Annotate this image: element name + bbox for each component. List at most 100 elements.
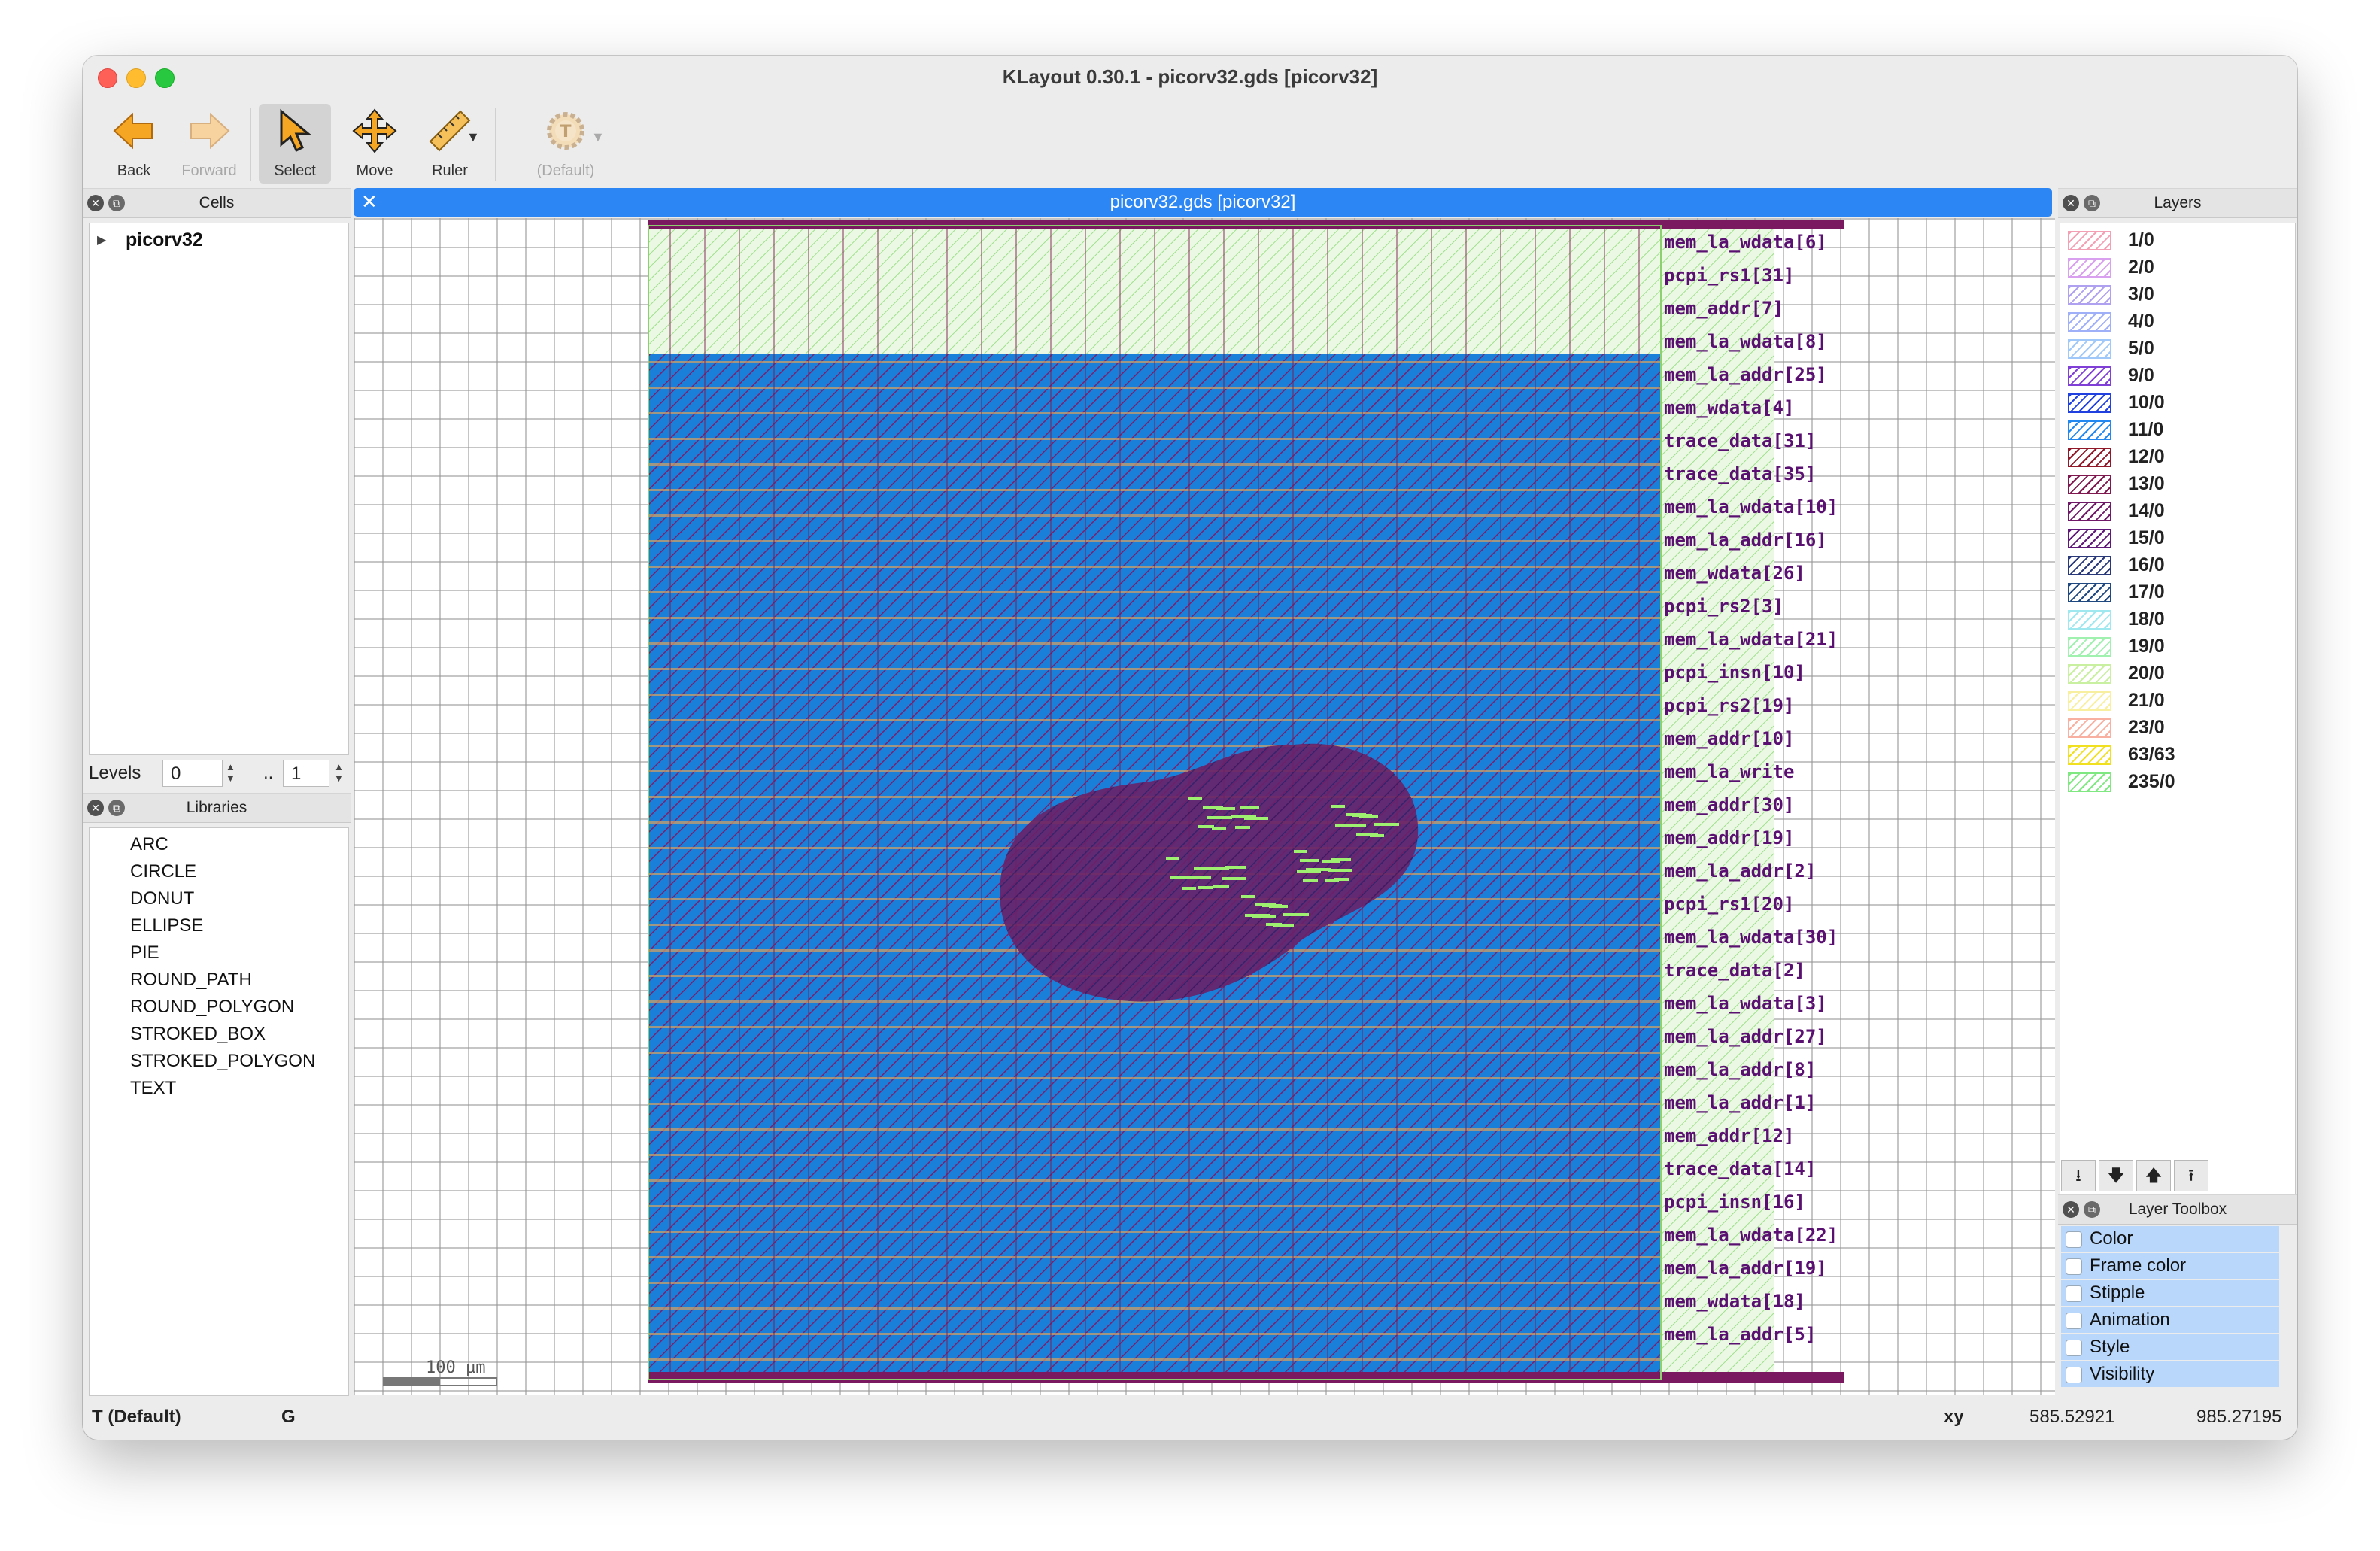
move-layer-down-icon[interactable]: 🡇 — [2099, 1160, 2133, 1191]
layer-name: 1/0 — [2128, 229, 2154, 250]
back-button[interactable]: Back — [98, 104, 170, 184]
layer-row[interactable]: 19/0 — [2068, 634, 2278, 660]
routing-line — [912, 229, 913, 1372]
library-item[interactable]: ARC — [130, 834, 168, 855]
layer-row[interactable]: 4/0 — [2068, 309, 2278, 335]
layer-row[interactable]: 10/0 — [2068, 390, 2278, 416]
layer-row[interactable]: 63/63 — [2068, 742, 2278, 768]
template-dropdown-icon[interactable]: ▼ — [591, 129, 605, 145]
library-item[interactable]: CIRCLE — [130, 861, 196, 882]
checkbox[interactable] — [2066, 1258, 2082, 1275]
layer-row[interactable]: 14/0 — [2068, 499, 2278, 524]
layer-swatch — [2068, 556, 2111, 575]
routing-line — [808, 229, 809, 1372]
close-window-button[interactable] — [98, 68, 117, 88]
library-item[interactable]: ROUND_PATH — [130, 970, 252, 991]
layer-row[interactable]: 3/0 — [2068, 282, 2278, 308]
ruler-dropdown-icon[interactable]: ▼ — [466, 129, 480, 145]
layout-canvas[interactable]: mem_la_wdata[6] pcpi_rs1[31] mem_addr[7] me… — [354, 218, 2055, 1395]
level-from-spinbox[interactable]: 0 — [162, 760, 223, 787]
toolbox-item-label: Style — [2090, 1337, 2130, 1357]
move-layer-top-icon[interactable]: ⭱ — [2174, 1160, 2208, 1191]
status-template: T (Default) — [92, 1407, 181, 1427]
level-from-stepper-icon[interactable]: ▲ ▼ — [226, 761, 235, 784]
main-toolbar: Back Forward Select Move Ruler ▼ T (Defa… — [83, 98, 2297, 187]
layer-row[interactable]: 20/0 — [2068, 661, 2278, 687]
layer-row[interactable]: 1/0 — [2068, 228, 2278, 253]
layer-row[interactable]: 12/0 — [2068, 445, 2278, 470]
library-item[interactable]: ROUND_POLYGON — [130, 997, 294, 1018]
float-panel-icon[interactable]: ⧉ — [2084, 1201, 2100, 1218]
logic-cell — [1303, 879, 1318, 882]
layer-row[interactable]: 23/0 — [2068, 715, 2278, 741]
float-panel-icon[interactable]: ⧉ — [108, 195, 125, 211]
checkbox[interactable] — [2066, 1340, 2082, 1356]
checkbox[interactable] — [2066, 1231, 2082, 1248]
layer-row[interactable]: 5/0 — [2068, 336, 2278, 362]
layer-row[interactable]: 235/0 — [2068, 769, 2278, 795]
toolbox-color[interactable]: Color — [2061, 1226, 2279, 1253]
move-layer-up-icon[interactable]: 🡅 — [2136, 1160, 2171, 1191]
close-panel-icon[interactable]: ✕ — [2063, 1201, 2079, 1218]
library-item[interactable]: TEXT — [130, 1078, 176, 1099]
library-item[interactable]: ELLIPSE — [130, 915, 203, 936]
toolbar-separator — [250, 108, 251, 181]
layer-row[interactable]: 18/0 — [2068, 607, 2278, 633]
toolbox-frame-color[interactable]: Frame color — [2061, 1253, 2279, 1280]
layer-row[interactable]: 17/0 — [2068, 580, 2278, 606]
gear-template-icon: T — [547, 112, 584, 150]
layer-row[interactable]: 21/0 — [2068, 688, 2278, 714]
float-panel-icon[interactable]: ⧉ — [2084, 195, 2100, 211]
toolbox-stipple[interactable]: Stipple — [2061, 1280, 2279, 1307]
layer-name: 10/0 — [2128, 392, 2165, 413]
select-mode-button[interactable]: Select — [259, 104, 331, 184]
forward-button[interactable]: Forward — [173, 104, 245, 184]
layer-row[interactable]: 16/0 — [2068, 553, 2278, 578]
routing-line — [1638, 229, 1640, 1372]
logic-cell — [1331, 805, 1345, 808]
layer-name: 11/0 — [2128, 419, 2164, 440]
close-panel-icon[interactable]: ✕ — [87, 800, 104, 816]
move-layer-bottom-icon[interactable]: ⭳ — [2061, 1160, 2096, 1191]
layer-row[interactable]: 15/0 — [2068, 526, 2278, 551]
pin-label: trace_data[31] — [1664, 430, 1816, 451]
library-item[interactable]: PIE — [130, 942, 159, 964]
level-to-spinbox[interactable]: 1 — [283, 760, 329, 787]
expand-triangle-icon[interactable]: ▶ — [97, 232, 106, 247]
library-list[interactable]: ARC CIRCLE DONUT ELLIPSE PIE ROUND_PATH … — [89, 827, 349, 1396]
layer-row[interactable]: 11/0 — [2068, 417, 2278, 443]
pin-label: mem_la_wdata[6] — [1664, 232, 1827, 253]
layer-row[interactable]: 9/0 — [2068, 363, 2278, 389]
checkbox[interactable] — [2066, 1285, 2082, 1302]
float-panel-icon[interactable]: ⧉ — [108, 800, 125, 816]
logic-cell — [1222, 877, 1246, 880]
level-to-stepper-icon[interactable]: ▲ ▼ — [334, 761, 344, 784]
checkbox[interactable] — [2066, 1313, 2082, 1329]
svg-text:T: T — [560, 123, 571, 141]
close-panel-icon[interactable]: ✕ — [2063, 195, 2079, 211]
toolbox-animation[interactable]: Animation — [2061, 1307, 2279, 1334]
minimize-window-button[interactable] — [126, 68, 146, 88]
move-mode-button[interactable]: Move — [338, 104, 411, 184]
layer-swatch — [2068, 637, 2111, 657]
routing-line — [773, 229, 775, 1372]
toolbox-visibility[interactable]: Visibility — [2061, 1361, 2279, 1389]
scale-bar-label: 100 µm — [426, 1358, 486, 1377]
zoom-window-button[interactable] — [155, 68, 175, 88]
layer-row[interactable]: 13/0 — [2068, 472, 2278, 497]
close-tab-icon[interactable]: ✕ — [361, 190, 378, 214]
layer-row[interactable]: 2/0 — [2068, 255, 2278, 281]
close-panel-icon[interactable]: ✕ — [87, 195, 104, 211]
cell-item-picorv32[interactable]: picorv32 — [126, 229, 203, 251]
layout-tab[interactable]: ✕ picorv32.gds [picorv32] — [354, 188, 2052, 217]
layer-swatch — [2068, 231, 2111, 250]
library-item[interactable]: DONUT — [130, 888, 194, 909]
library-item[interactable]: STROKED_POLYGON — [130, 1051, 315, 1072]
library-item[interactable]: STROKED_BOX — [130, 1024, 266, 1045]
cell-tree[interactable]: ▶ picorv32 — [89, 223, 349, 755]
checkbox[interactable] — [2066, 1367, 2082, 1383]
layer-list[interactable]: 1/0 2/0 3/0 4/0 5/0 9/0 10/0 11/0 12/0 13/0 14/0 15… — [2060, 223, 2296, 1208]
toolbox-style[interactable]: Style — [2061, 1334, 2279, 1361]
pin-label: mem_la_wdata[8] — [1664, 331, 1827, 352]
routing-line — [1431, 229, 1432, 1372]
